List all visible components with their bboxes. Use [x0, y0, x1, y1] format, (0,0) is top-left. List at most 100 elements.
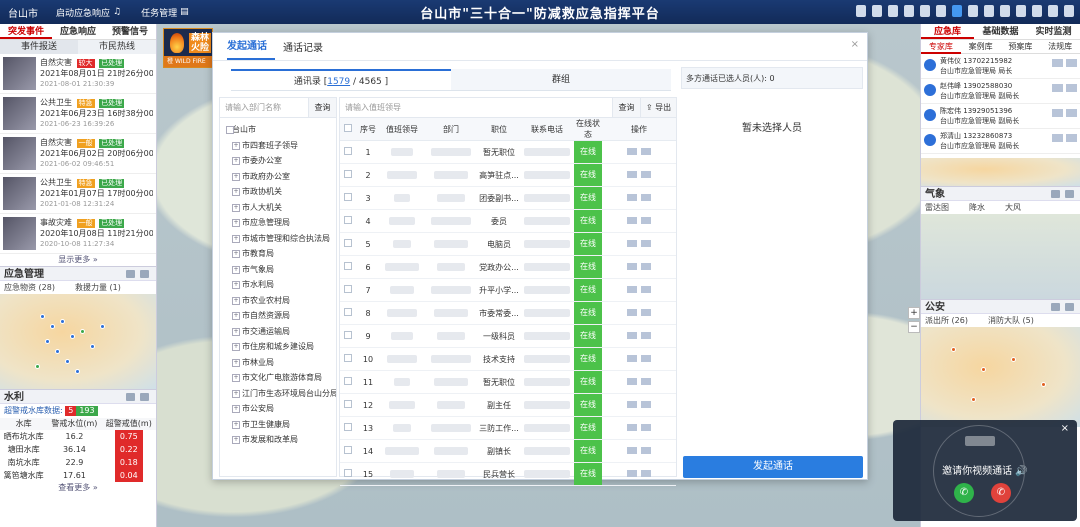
water-row[interactable]: 晒布坑水库 16.2 0.75: [0, 430, 156, 443]
video-icon[interactable]: [641, 308, 651, 316]
mail-icon[interactable]: [1052, 134, 1063, 142]
phone-icon[interactable]: [968, 5, 978, 17]
video-icon[interactable]: [140, 393, 149, 401]
video-icon[interactable]: [641, 354, 651, 362]
dept-search-input[interactable]: 请输入部门名称: [220, 98, 308, 117]
tree-node[interactable]: 市林业局: [232, 355, 336, 371]
mail-icon[interactable]: [627, 239, 637, 247]
video-icon[interactable]: [140, 270, 149, 278]
tree-node[interactable]: 市应急管理局: [232, 215, 336, 231]
tree-node[interactable]: 江门市生态环境局台山分局: [232, 386, 336, 402]
video-icon[interactable]: [641, 400, 651, 408]
tree-node[interactable]: 市住房和城乡建设局: [232, 339, 336, 355]
tree-node[interactable]: 市卫生健康局: [232, 417, 336, 433]
table-row[interactable]: 12 副主任 在线: [340, 393, 676, 417]
table-row[interactable]: 7 升平小学... 在线: [340, 278, 676, 302]
zoom-in-button[interactable]: +: [908, 307, 920, 319]
tree-node[interactable]: 市公安局: [232, 401, 336, 417]
select-all-checkbox[interactable]: [344, 124, 352, 132]
expert-contact[interactable]: 赵伟峰 13902588030 台山市应急管理局 副局长: [921, 79, 1080, 104]
video-icon[interactable]: [641, 446, 651, 454]
video-icon[interactable]: [641, 377, 651, 385]
tree-node[interactable]: 市城市管理和综合执法局: [232, 231, 336, 247]
monitor-icon[interactable]: [920, 5, 930, 17]
tree-node[interactable]: 市水利局: [232, 277, 336, 293]
tab-emergency-events[interactable]: 突发事件: [0, 24, 52, 39]
expert-contact[interactable]: 陈宏伟 13929051396 台山市应急管理局 副局长: [921, 104, 1080, 129]
task-mgmt-menu[interactable]: 任务管理 ▤: [131, 6, 199, 19]
tab-base-data[interactable]: 基础数据: [974, 24, 1027, 39]
tab-address-book[interactable]: 通讯录 [1579 / 4565 ]: [231, 69, 451, 90]
table-row[interactable]: 11 暂无职位 在线: [340, 370, 676, 394]
tree-node[interactable]: 市文化广电旅游体育局: [232, 370, 336, 386]
mail-icon[interactable]: [1052, 84, 1063, 92]
user-icon[interactable]: [1032, 5, 1042, 17]
city-label[interactable]: 台山市: [0, 5, 46, 20]
row-checkbox[interactable]: [344, 446, 352, 454]
tab-call-records[interactable]: 通话记录: [283, 39, 331, 60]
mail-icon[interactable]: [627, 170, 637, 178]
row-checkbox[interactable]: [344, 400, 352, 408]
contacts-icon[interactable]: [952, 5, 962, 17]
row-checkbox[interactable]: [344, 308, 352, 316]
video-icon[interactable]: [641, 193, 651, 201]
tree-root[interactable]: 台山市: [226, 122, 336, 138]
tree-node[interactable]: 市农业农村局: [232, 293, 336, 309]
tab-case-library[interactable]: 案例库: [960, 40, 1001, 54]
water-more-link[interactable]: 查看更多 »: [0, 482, 156, 494]
table-row[interactable]: 1 暂无职位 在线: [340, 140, 676, 164]
globe-icon[interactable]: [1048, 5, 1058, 17]
rescue-force-tab[interactable]: 救援力量 (1): [75, 281, 121, 294]
table-row[interactable]: 9 一级科员 在线: [340, 324, 676, 348]
tab-plan-library[interactable]: 预案库: [1000, 40, 1041, 54]
tab-expert-library[interactable]: 专家库: [921, 40, 961, 54]
tab-law-library[interactable]: 法规库: [1040, 40, 1080, 54]
tree-node[interactable]: 市交通运输局: [232, 324, 336, 340]
expert-contact[interactable]: 郑清山 13232860873 台山市应急管理局 副局长: [921, 129, 1080, 154]
mail-icon[interactable]: [1051, 190, 1060, 198]
tab-emergency-response[interactable]: 应急响应: [52, 24, 104, 39]
row-checkbox[interactable]: [344, 331, 352, 339]
mail-icon[interactable]: [627, 193, 637, 201]
water-row[interactable]: 塘田水库 36.14 0.22: [0, 443, 156, 456]
table-row[interactable]: 6 党政办公... 在线: [340, 255, 676, 279]
table-row[interactable]: 3 团委副书... 在线: [340, 186, 676, 210]
table-row[interactable]: 14 副镇长 在线: [340, 439, 676, 463]
emergency-mini-map[interactable]: [0, 294, 156, 389]
table-row[interactable]: 13 三防工作... 在线: [340, 416, 676, 440]
chat-icon[interactable]: [904, 5, 914, 17]
radar-tab[interactable]: 雷达图: [925, 201, 949, 214]
settings-icon[interactable]: [1016, 5, 1026, 17]
row-checkbox[interactable]: [344, 354, 352, 362]
video-icon[interactable]: [641, 147, 651, 155]
right-map-strip[interactable]: [921, 158, 1080, 186]
decline-call-button[interactable]: ✆: [991, 483, 1011, 503]
show-more-link[interactable]: 显示更多 »: [0, 254, 156, 266]
video-icon[interactable]: [641, 331, 651, 339]
menu-icon[interactable]: [1064, 5, 1074, 17]
mail-icon[interactable]: [627, 377, 637, 385]
wind-tab[interactable]: 大风: [1005, 201, 1021, 214]
mail-icon[interactable]: [627, 446, 637, 454]
table-row[interactable]: 15 民兵营长 在线: [340, 462, 676, 486]
mail-icon[interactable]: [627, 262, 637, 270]
file-icon[interactable]: [1000, 5, 1010, 17]
video-icon[interactable]: [641, 262, 651, 270]
mail-icon[interactable]: [126, 270, 135, 278]
video-icon[interactable]: [1066, 109, 1077, 117]
table-row[interactable]: 2 高笋驻点... 在线: [340, 163, 676, 187]
video-icon[interactable]: [1066, 84, 1077, 92]
video-icon[interactable]: [641, 469, 651, 477]
event-item[interactable]: 事故灾难 一般 已处理 2020年10月08日 11时21分00 2020-10…: [0, 214, 156, 254]
video-icon[interactable]: [872, 5, 882, 17]
mail-icon[interactable]: [1051, 303, 1060, 311]
tab-start-call[interactable]: 发起通话: [227, 37, 275, 60]
event-item[interactable]: 公共卫生 特急 已处理 2021年06月23日 16时38分00 2021-06…: [0, 94, 156, 134]
fire-brigade-tab[interactable]: 消防大队 (5): [988, 314, 1034, 327]
subtab-citizen-hotline[interactable]: 市民热线: [78, 40, 156, 54]
tree-node[interactable]: 市发展和改革局: [232, 432, 336, 448]
expert-contact[interactable]: 黄伟仪 13702215982 台山市应急管理局 局长: [921, 54, 1080, 79]
video-icon[interactable]: [1065, 303, 1074, 311]
video-icon[interactable]: [641, 170, 651, 178]
weather-map[interactable]: [921, 214, 1080, 299]
